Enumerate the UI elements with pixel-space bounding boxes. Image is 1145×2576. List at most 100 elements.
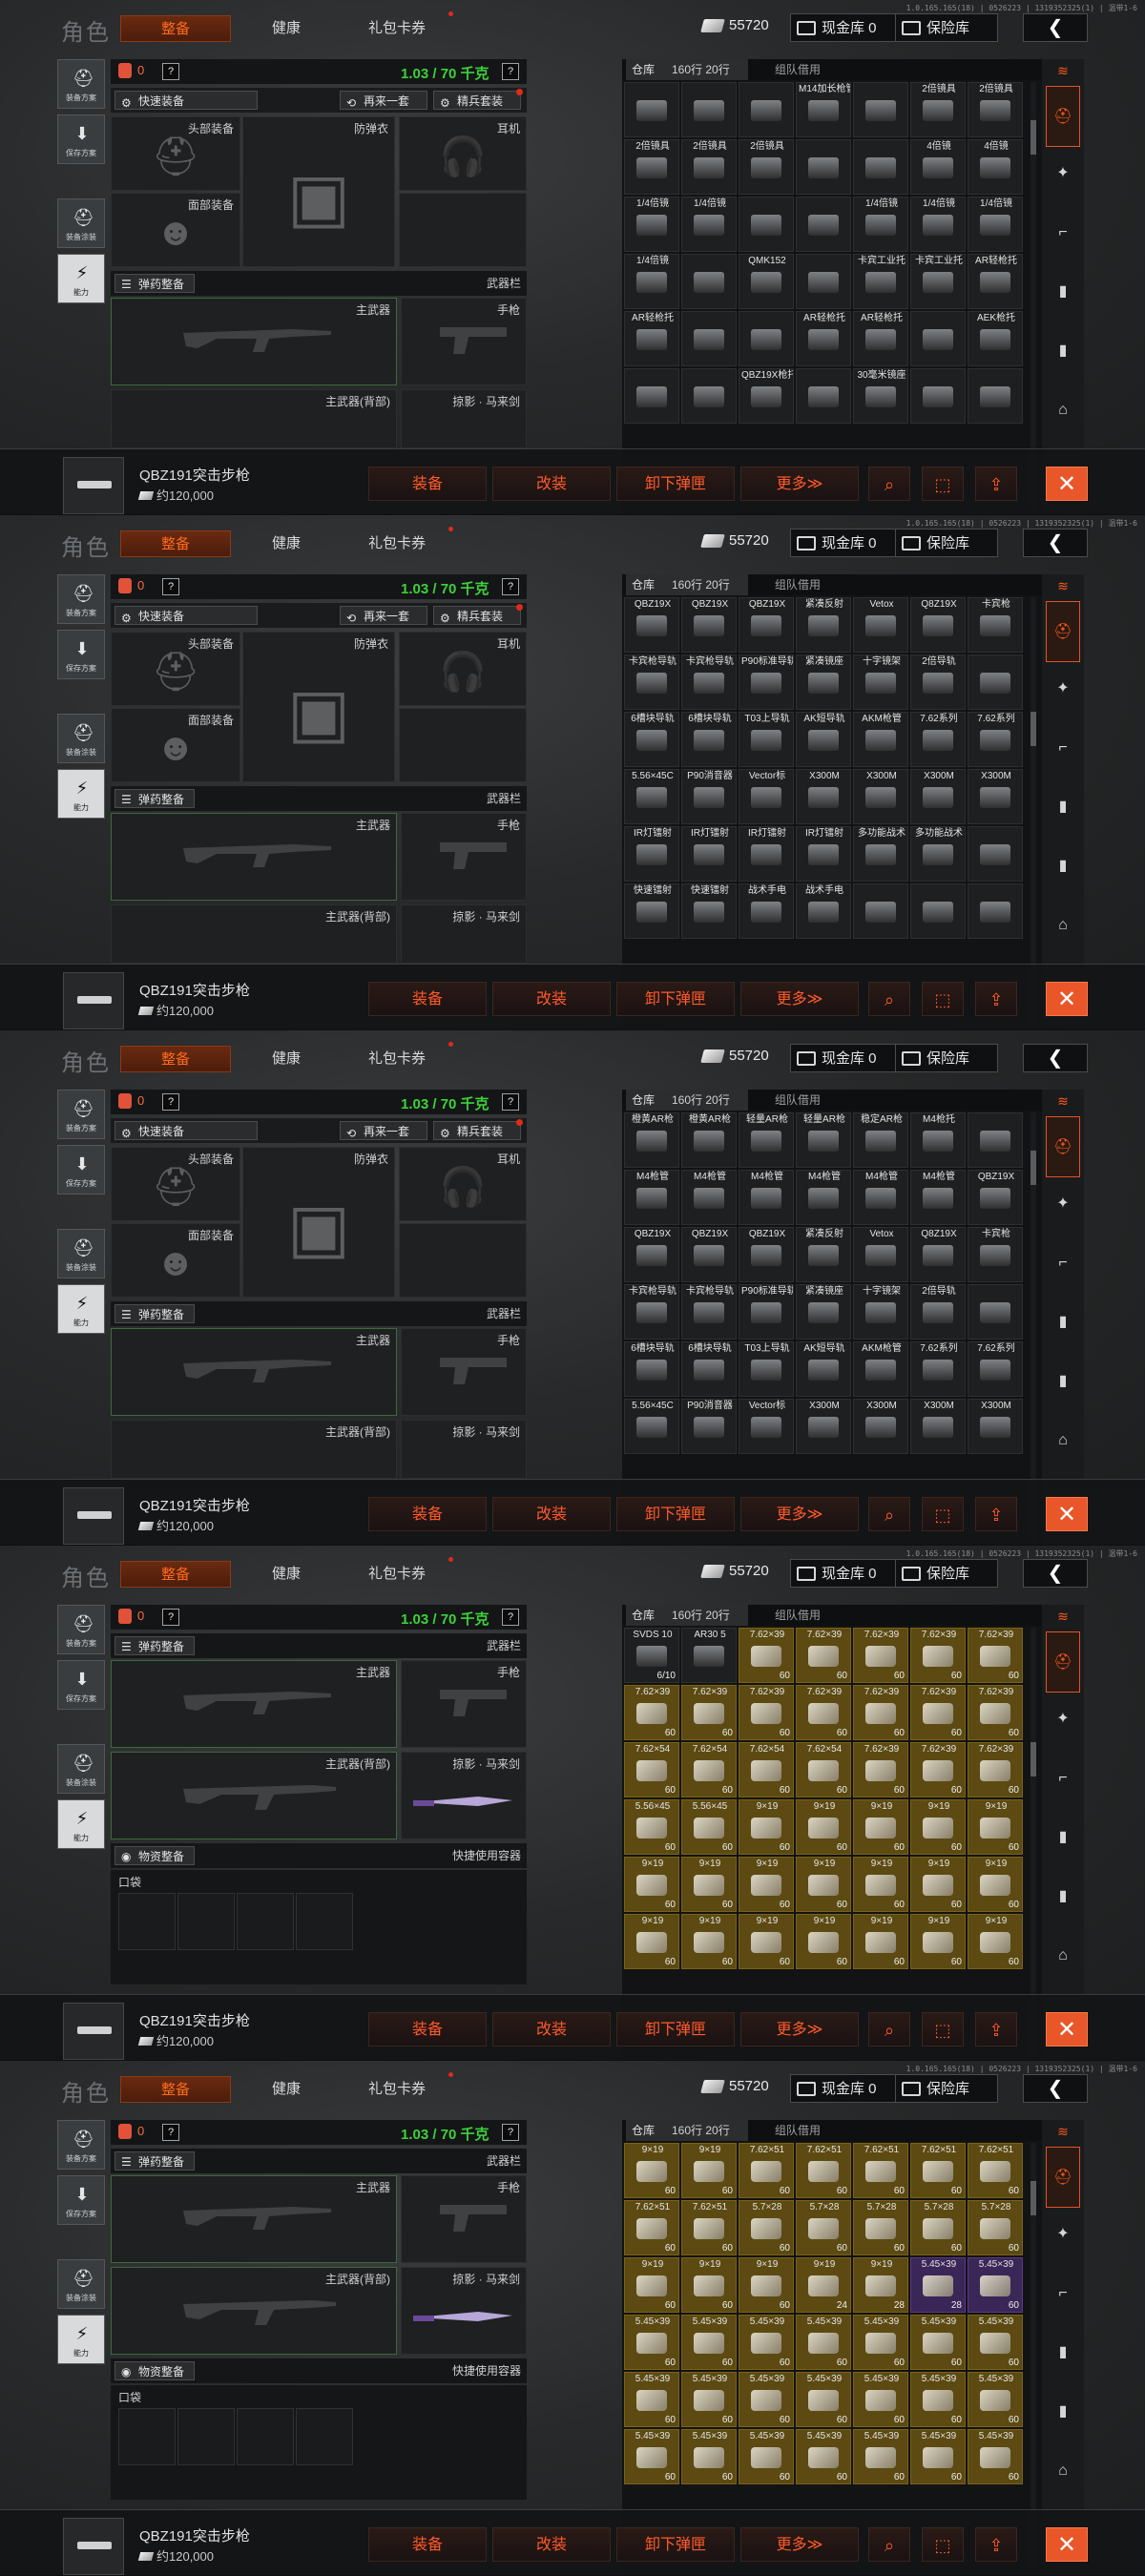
selected-gun-thumbnail[interactable] [63, 2003, 124, 2060]
storage-item[interactable]: 7.62×39 60 [910, 1628, 966, 1683]
storage-item[interactable]: 5.56×45 60 [624, 1799, 679, 1855]
storage-item[interactable]: AKM枪管 [853, 1341, 908, 1397]
storage-item[interactable] [624, 82, 679, 137]
storage-scrollbar[interactable] [1030, 82, 1036, 511]
storage-item[interactable]: 9×19 60 [796, 1857, 851, 1912]
storage-item[interactable]: QBZ19X [739, 1227, 794, 1282]
melee-slot[interactable]: 掠影 · 马来剑 [401, 2267, 527, 2355]
storage-item[interactable]: 7.62×39 60 [739, 1685, 794, 1740]
storage-item[interactable] [853, 82, 908, 137]
storage-item[interactable]: 9×19 60 [624, 2143, 679, 2198]
slot-armor[interactable]: 防弹衣 ▣ [242, 116, 395, 267]
slot-extra[interactable] [399, 193, 527, 267]
share-icon[interactable]: ⇪ [975, 2527, 1017, 2562]
sidebar-item-3[interactable]: ⚡ 能力 [57, 1284, 105, 1334]
filter-category-icon[interactable]: ▮ [1046, 1362, 1080, 1401]
storage-item[interactable]: 橙黄AR枪 [624, 1112, 679, 1168]
storage-item[interactable]: T03上导轨 [739, 1341, 794, 1397]
storage-item[interactable]: 7.62×39 60 [796, 1685, 851, 1740]
storage-item[interactable] [681, 311, 737, 366]
pistol-slot[interactable]: 手枪 [401, 813, 527, 901]
storage-item[interactable] [796, 368, 851, 424]
quick-equip-button[interactable]: ⚙ 快速装备 [114, 606, 258, 625]
storage-scrollbar[interactable] [1030, 1112, 1036, 1542]
storage-item[interactable]: 9×19 60 [739, 2257, 794, 2313]
again-button[interactable]: ⟲ 再来一套 [340, 91, 427, 110]
storage-item[interactable]: 5.45×39 60 [968, 2257, 1023, 2313]
storage-item[interactable]: 多功能战术 [910, 826, 966, 882]
help-icon[interactable]: ? [162, 578, 179, 595]
tab-1[interactable]: 健康 [258, 15, 315, 42]
storage-item[interactable]: AR轻枪托 [968, 254, 1023, 309]
storage-item[interactable]: 2倍镜具 [681, 139, 737, 195]
filter-category-icon[interactable]: ▮ [1046, 1303, 1080, 1341]
storage-item[interactable]: 9×19 24 [796, 2257, 851, 2313]
storage-item[interactable]: X300M [910, 1399, 966, 1454]
storage-scrollbar[interactable] [1030, 597, 1036, 1027]
share-icon[interactable]: ⇪ [975, 1497, 1017, 1531]
storage-item[interactable] [739, 197, 794, 252]
storage-item[interactable]: 5.45×39 60 [624, 2429, 679, 2484]
tab-storage[interactable]: 仓库 160行 20行 [626, 1605, 748, 1626]
storage-item[interactable]: 卡宾枪导轨 [624, 654, 679, 710]
help-icon[interactable]: ? [502, 578, 519, 595]
search-icon[interactable]: ⌕ [868, 2527, 910, 2562]
tab-0[interactable]: 整备 [120, 530, 231, 557]
storage-item[interactable]: 7.62×54 60 [739, 1742, 794, 1797]
storage-item[interactable]: M4枪管 [910, 1170, 966, 1225]
storage-item[interactable]: 5.45×39 60 [910, 2429, 966, 2484]
unload-mag-button[interactable]: 卸下弹匣 [616, 982, 735, 1016]
main-weapon-slot[interactable]: 主武器 [111, 298, 397, 385]
storage-item[interactable]: AR轻枪托 [624, 311, 679, 366]
close-icon[interactable]: ✕ [1046, 467, 1088, 501]
storage-item[interactable]: 2倍镜具 [910, 82, 966, 137]
safe-vault-button[interactable]: 保险库 [895, 1559, 998, 1588]
filter-category-icon[interactable]: ▮ [1046, 273, 1080, 311]
storage-item[interactable]: 5.45×39 60 [681, 2429, 737, 2484]
storage-item[interactable]: QBZ19X [681, 597, 737, 653]
pocket-slot[interactable] [296, 1893, 353, 1950]
storage-item[interactable] [968, 883, 1023, 939]
storage-item[interactable]: M4枪管 [853, 1170, 908, 1225]
again-button[interactable]: ⟲ 再来一套 [340, 606, 427, 625]
storage-item[interactable]: M4枪管 [681, 1170, 737, 1225]
storage-item[interactable] [968, 1112, 1023, 1168]
tab-team-loan[interactable]: 组队借用 [775, 1605, 821, 1626]
storage-item[interactable]: 5.45×39 60 [739, 2372, 794, 2427]
main-weapon-slot[interactable]: 主武器 [111, 1660, 397, 1748]
storage-item[interactable]: QBZ19X [968, 1170, 1023, 1225]
storage-item[interactable]: 5.7×28 60 [968, 2200, 1023, 2255]
storage-item[interactable]: AK短导轨 [796, 712, 851, 767]
storage-item[interactable]: 轻量AR枪 [796, 1112, 851, 1168]
storage-item[interactable]: IR灯镭射 [796, 826, 851, 882]
storage-item[interactable]: 1/4倍镜 [910, 197, 966, 252]
storage-item[interactable]: 9×19 60 [739, 1914, 794, 1969]
modify-button[interactable]: 改装 [492, 2527, 611, 2562]
filter-category-icon[interactable]: ▮ [1046, 332, 1080, 370]
search-icon[interactable]: ⌕ [868, 2012, 910, 2046]
slot-head[interactable]: 头部装备 ⛑ [111, 116, 240, 191]
storage-item[interactable]: 7.62×54 60 [624, 1742, 679, 1797]
storage-item[interactable]: 9×19 60 [968, 1799, 1023, 1855]
tab-storage[interactable]: 仓库 160行 20行 [626, 1090, 748, 1111]
elite-set-button[interactable]: ⚙ 精兵套装 [433, 89, 523, 110]
storage-item[interactable]: 7.62×39 60 [739, 1628, 794, 1683]
container-icon[interactable]: ⬚ [922, 467, 964, 501]
storage-item[interactable] [681, 82, 737, 137]
back-button[interactable]: ❮ [1023, 13, 1088, 42]
container-icon[interactable]: ⬚ [922, 982, 964, 1016]
slot-ear[interactable]: 耳机 🎧 [399, 632, 527, 706]
storage-item[interactable] [796, 254, 851, 309]
modify-button[interactable]: 改装 [492, 2012, 611, 2046]
storage-item[interactable]: 7.62系列 [968, 712, 1023, 767]
storage-item[interactable]: M4枪管 [624, 1170, 679, 1225]
pocket-slot[interactable] [177, 1893, 235, 1950]
tab-team-loan[interactable]: 组队借用 [775, 1090, 821, 1111]
storage-item[interactable]: 7.62×39 60 [853, 1685, 908, 1740]
storage-item[interactable]: 稳定AR枪 [853, 1112, 908, 1168]
scroll-thumb[interactable] [1030, 1742, 1036, 1776]
filter-all-icon[interactable]: ⛑ [1046, 2147, 1080, 2208]
storage-item[interactable] [910, 368, 966, 424]
storage-item[interactable]: 9×19 60 [624, 1914, 679, 1969]
back-weapon-slot[interactable]: 主武器(背部) [111, 389, 397, 448]
